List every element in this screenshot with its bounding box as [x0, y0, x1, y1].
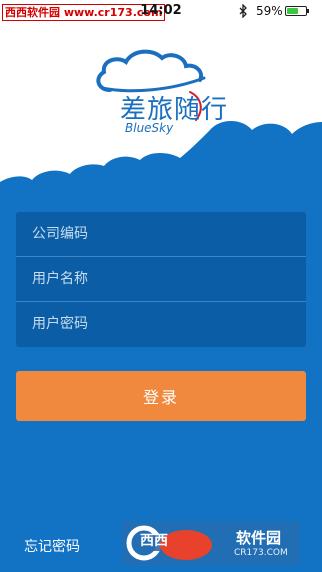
- battery-percent: 59%: [256, 4, 283, 18]
- watermark-title: 软件园: [236, 529, 282, 547]
- status-bar: 西西软件园 www.cr173.com 14:02 59%: [0, 0, 322, 22]
- password-input[interactable]: [16, 302, 306, 346]
- login-form: [16, 212, 306, 347]
- watermark-cr-text: 西西: [140, 533, 168, 549]
- bluetooth-icon: [239, 4, 247, 18]
- login-button[interactable]: 登录: [16, 371, 306, 421]
- watermark-url: CR173.COM: [234, 548, 288, 558]
- brand-name: BlueSky: [125, 121, 174, 135]
- username-input[interactable]: [16, 257, 306, 301]
- forgot-password-link[interactable]: 忘记密码: [24, 536, 80, 556]
- battery-fill: [287, 8, 298, 14]
- company-code-input[interactable]: [16, 212, 306, 256]
- battery-icon: [285, 6, 307, 16]
- battery-tip: [307, 9, 309, 13]
